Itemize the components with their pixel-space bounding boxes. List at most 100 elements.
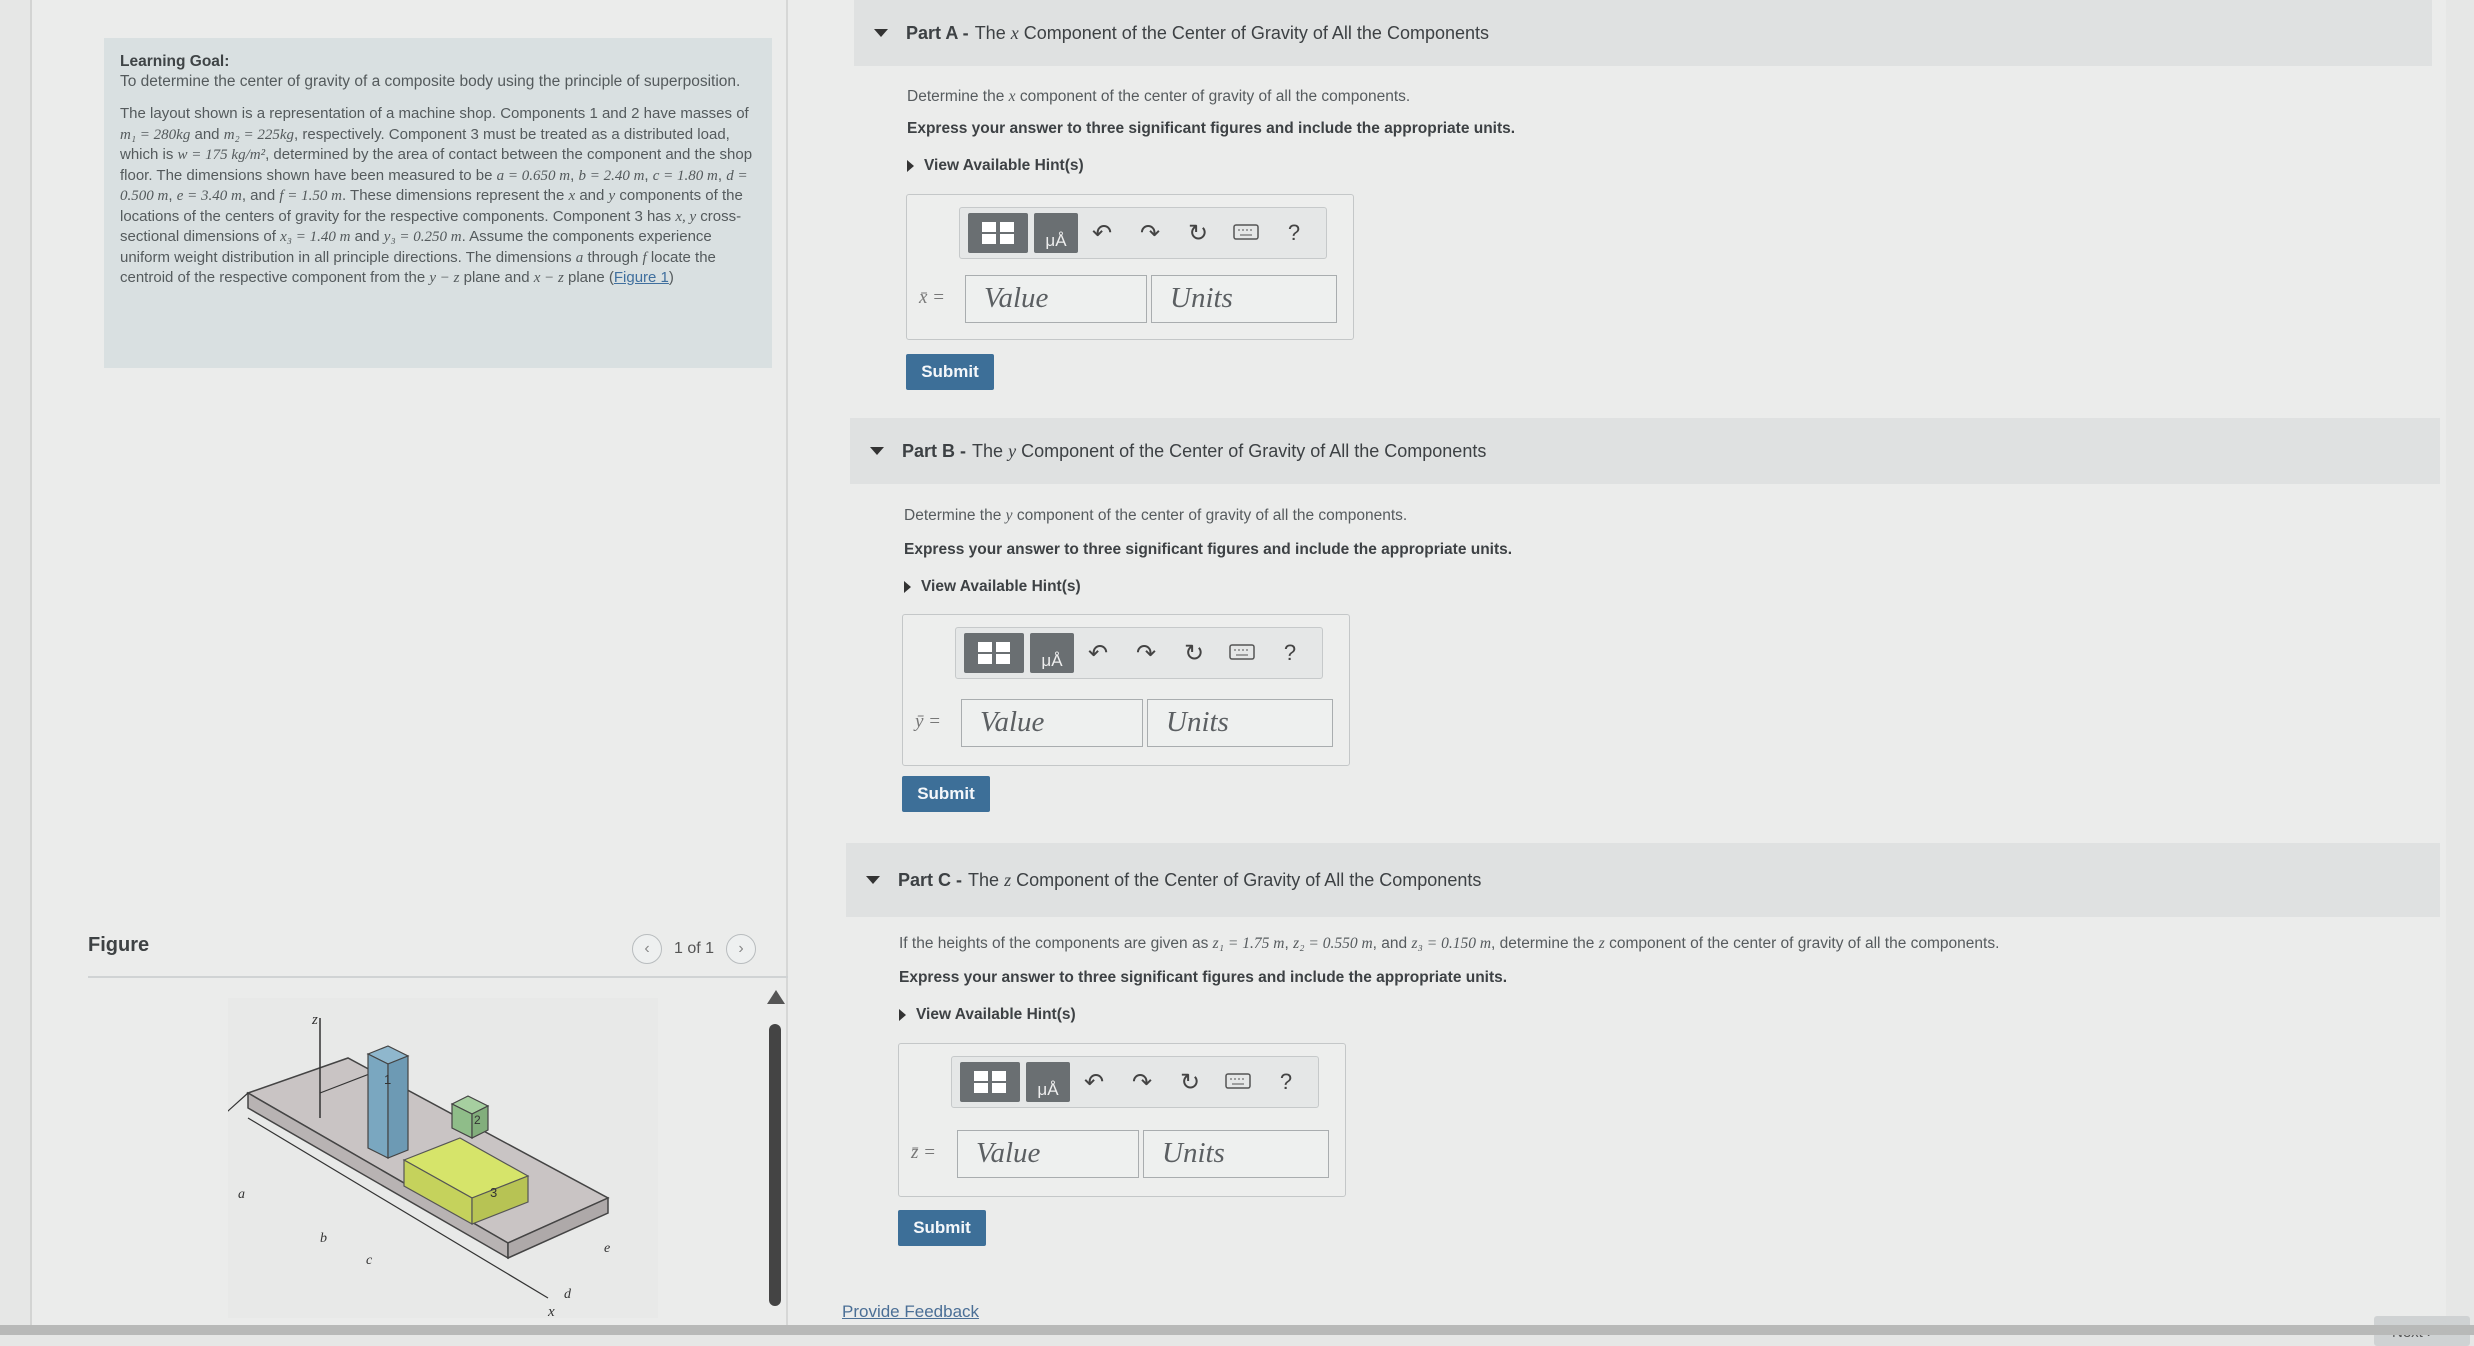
keyboard-icon[interactable]: [1218, 639, 1266, 667]
plane-yz: y − z: [429, 270, 460, 286]
prev-figure-button[interactable]: ‹: [632, 934, 662, 964]
desc-text: ): [668, 269, 674, 286]
scroll-thumb[interactable]: [769, 1024, 781, 1306]
undo-icon[interactable]: ↶: [1074, 639, 1122, 668]
hint-label: View Available Hint(s): [921, 578, 1081, 595]
dim-a-label: a: [238, 1187, 245, 1202]
figure-1-link[interactable]: Figure 1: [614, 269, 669, 286]
undo-icon[interactable]: ↶: [1078, 219, 1126, 248]
dim-c: c = 1.80 m: [652, 167, 718, 184]
part-b-title-var: y: [1008, 440, 1017, 461]
height-z2: z₂ = 0.550 m: [1293, 935, 1373, 952]
templates-button[interactable]: [968, 213, 1028, 253]
part-c-submit-button[interactable]: Submit: [898, 1210, 986, 1246]
reset-icon[interactable]: ↻: [1170, 639, 1218, 668]
part-a-submit-button[interactable]: Submit: [906, 354, 994, 390]
next-figure-button[interactable]: ›: [726, 934, 757, 964]
math-toolbar: μÅ ↶ ↷ ↻ ?: [959, 207, 1327, 259]
help-icon[interactable]: ?: [1270, 220, 1318, 246]
part-a-value-input[interactable]: Value: [965, 275, 1147, 323]
dim-c-label: c: [366, 1253, 373, 1268]
part-b-submit-button[interactable]: Submit: [902, 776, 990, 812]
part-b-hint-toggle[interactable]: View Available Hint(s): [904, 578, 1081, 596]
part-c-label: Part C -: [898, 869, 963, 890]
dim-f: f = 1.50 m: [279, 188, 342, 204]
part-b-value-input[interactable]: Value: [961, 699, 1143, 747]
part-c-value-input[interactable]: Value: [957, 1130, 1139, 1178]
part-c-title: The: [968, 869, 1000, 890]
dim-b: b = 2.40 m: [578, 167, 645, 184]
part-a-header[interactable]: Part A - The x Component of the Center o…: [854, 0, 2432, 66]
desc-text: plane and: [459, 269, 534, 286]
part-a-label: Part A -: [906, 22, 969, 43]
collapse-caret-icon[interactable]: [866, 876, 880, 884]
figure-label: Figure: [88, 934, 150, 956]
part-a-units-input[interactable]: Units: [1151, 275, 1337, 323]
keyboard-icon-graphic: [1225, 1073, 1251, 1089]
part-c-answer-box: μÅ ↶ ↷ ↻ ? z̄ = Value Units: [898, 1043, 1346, 1197]
instr-text: ,: [1284, 935, 1294, 952]
part-a-var-label: x̄ =: [919, 287, 946, 308]
part-b-units-input[interactable]: Units: [1147, 699, 1333, 747]
machine-shop-figure: z y x f a b c d e 3: [190, 1012, 610, 1320]
undo-icon[interactable]: ↶: [1070, 1068, 1118, 1097]
desc-text: The layout shown is a representation of …: [120, 105, 749, 122]
dim-d-label: d: [564, 1287, 572, 1302]
dim-e: e = 3.40 m: [176, 188, 242, 204]
redo-icon[interactable]: ↷: [1126, 219, 1174, 248]
redo-icon[interactable]: ↷: [1122, 639, 1170, 668]
part-b-label: Part B -: [902, 440, 967, 461]
component-2-label: 2: [474, 1113, 481, 1127]
dim-f-line: [197, 1092, 249, 1139]
parts-panel: Part A - The x Component of the Center o…: [812, 0, 2470, 1346]
keyboard-icon[interactable]: [1214, 1068, 1262, 1096]
part-a-title: The: [974, 22, 1006, 43]
instr-text: Determine the: [904, 507, 1006, 524]
units-button[interactable]: μÅ: [1030, 633, 1074, 673]
help-icon[interactable]: ?: [1262, 1069, 1310, 1095]
instr-text: component of the center of gravity of al…: [1604, 935, 2000, 952]
instr-text: , and: [1372, 935, 1412, 952]
part-b-answer-format: Express your answer to three significant…: [904, 541, 1513, 558]
reset-icon[interactable]: ↻: [1174, 219, 1222, 248]
dim-a: a = 0.650 m: [496, 167, 571, 184]
figure-image: z y x f a b c d e 3: [190, 998, 658, 1320]
chevron-right-icon: ›: [738, 940, 744, 957]
reset-icon[interactable]: ↻: [1166, 1068, 1214, 1097]
dim-y3: y₃ = 0.250 m: [383, 229, 462, 245]
part-a-hint-toggle[interactable]: View Available Hint(s): [907, 157, 1084, 175]
part-c-title-rest: Component of the Center of Gravity of Al…: [1016, 869, 1482, 890]
templates-button[interactable]: [964, 633, 1024, 673]
component-3-label: 3: [490, 1185, 497, 1200]
part-b-title: The: [972, 440, 1004, 461]
figure-pager: ‹ 1 of 1 ›: [632, 934, 757, 964]
units-button[interactable]: μÅ: [1034, 213, 1078, 253]
part-c-header[interactable]: Part C - The z Component of the Center o…: [846, 843, 2440, 917]
caret-right-icon: [899, 1009, 906, 1021]
keyboard-icon[interactable]: [1222, 219, 1270, 247]
part-b-answer-box: μÅ ↶ ↷ ↻ ? ȳ = Value Units: [902, 614, 1350, 766]
figure-scrollbar[interactable]: [767, 990, 785, 1310]
instr-text: component of the center of gravity of al…: [1015, 88, 1411, 105]
collapse-caret-icon[interactable]: [870, 447, 884, 455]
part-b-header[interactable]: Part B - The y Component of the Center o…: [850, 418, 2440, 484]
instr-text: component of the center of gravity of al…: [1012, 507, 1408, 524]
collapse-caret-icon[interactable]: [874, 29, 888, 37]
page-frame: Learning Goal: To determine the center o…: [30, 0, 2470, 1346]
component-1-side: [367, 1053, 389, 1159]
scroll-up-arrow-icon[interactable]: [767, 990, 785, 1004]
component-1-label: 1: [384, 1072, 391, 1087]
figure-page-count: 1 of 1: [674, 940, 715, 957]
part-c-units-input[interactable]: Units: [1143, 1130, 1329, 1178]
provide-feedback-link[interactable]: Provide Feedback: [842, 1302, 979, 1322]
redo-icon[interactable]: ↷: [1118, 1068, 1166, 1097]
templates-button[interactable]: [960, 1062, 1020, 1102]
part-c-hint-toggle[interactable]: View Available Hint(s): [899, 1006, 1076, 1024]
dim-x3: x₃ = 1.40 m: [280, 229, 351, 245]
learning-goal-text: To determine the center of gravity of a …: [120, 73, 741, 90]
problem-description: The layout shown is a representation of …: [120, 105, 753, 286]
units-button[interactable]: μÅ: [1026, 1062, 1070, 1102]
desc-text: . These dimensions represent the: [341, 187, 569, 204]
help-icon[interactable]: ?: [1266, 640, 1314, 666]
part-c-answer-format: Express your answer to three significant…: [899, 969, 1508, 986]
